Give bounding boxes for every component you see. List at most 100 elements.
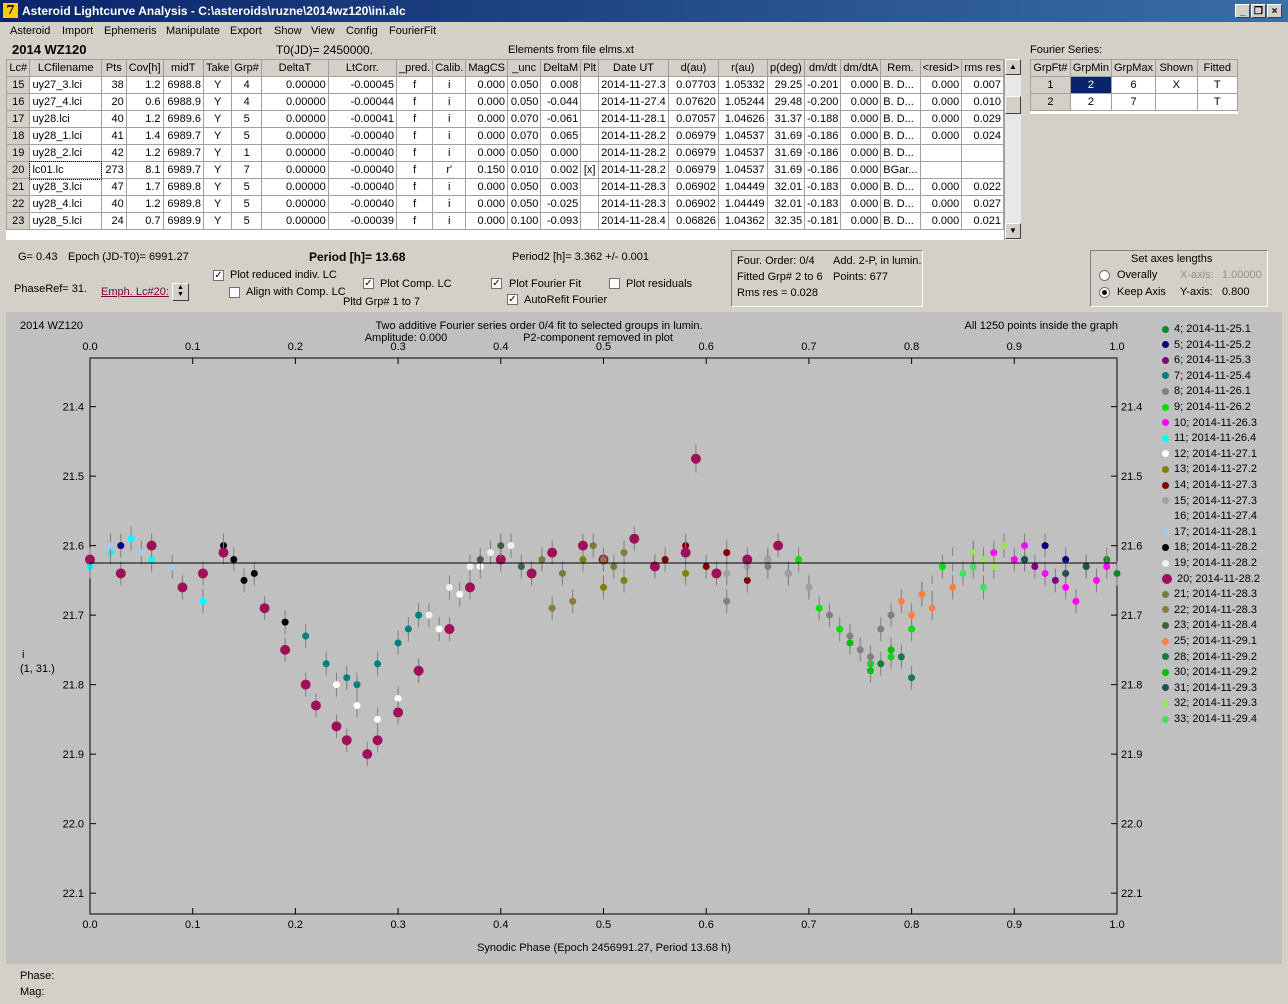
table-row[interactable]: 22 uy28_4.lci 40 1.2 6989.8 Y 5 0.00000 -0.00040… [6, 195, 1004, 213]
table-cell[interactable]: 0.00000 [261, 178, 329, 196]
xaxis-value[interactable]: 1.00000 [1222, 269, 1262, 281]
table-cell[interactable]: 2 [1069, 93, 1112, 111]
table-cell[interactable]: 1.04537 [717, 127, 768, 145]
column-header[interactable]: dm/dtA [840, 59, 882, 77]
column-header[interactable]: DeltaT [261, 59, 329, 77]
table-cell[interactable]: 6988.9 [162, 93, 205, 111]
table-cell[interactable]: 2014-11-28.4 [598, 212, 669, 230]
table-cell[interactable]: 31.69 [766, 127, 806, 145]
table-cell[interactable]: B. D... [880, 93, 921, 111]
table-cell[interactable]: 0.000 [840, 212, 882, 230]
table-cell[interactable]: 0.00000 [261, 195, 329, 213]
table-cell[interactable]: 0.06979 [667, 161, 719, 179]
table-cell[interactable]: Y [203, 127, 233, 145]
table-cell[interactable]: f [395, 110, 434, 128]
table-cell[interactable]: 0.100 [507, 212, 542, 230]
table-cell[interactable]: uy28_4.lci [29, 195, 102, 213]
column-header[interactable]: r(au) [717, 59, 768, 77]
table-cell[interactable]: r' [432, 161, 467, 179]
column-header[interactable]: midT [162, 59, 205, 77]
table-cell[interactable]: 1.7 [125, 178, 164, 196]
table-cell[interactable]: Y [203, 212, 233, 230]
table-cell[interactable]: f [395, 93, 434, 111]
table-cell[interactable]: 1.05244 [717, 93, 768, 111]
table-cell[interactable]: 0.050 [507, 144, 542, 162]
table-cell[interactable]: -0.183 [804, 195, 842, 213]
table-cell[interactable]: 29.48 [766, 93, 806, 111]
column-header[interactable]: Calib. [432, 59, 467, 77]
table-cell[interactable]: 0.024 [961, 127, 1004, 145]
table-cell[interactable]: 0.000 [840, 178, 882, 196]
autorefit-checkbox[interactable]: ✓ [507, 294, 518, 305]
table-cell[interactable]: 0.00000 [261, 144, 329, 162]
table-cell[interactable]: BGar... [880, 161, 921, 179]
column-header[interactable]: DeltaM [540, 59, 582, 77]
table-cell[interactable]: 20 [100, 93, 127, 111]
table-cell[interactable]: 29.25 [766, 76, 806, 94]
table-cell[interactable]: -0.200 [804, 93, 842, 111]
table-cell[interactable]: 7 [1110, 93, 1157, 111]
table-cell[interactable]: B. D... [880, 76, 921, 94]
table-row[interactable]: 15 uy27_3.lci 38 1.2 6988.8 Y 4 0.00000 -0.00045… [6, 76, 1004, 94]
table-cell[interactable]: 0.000 [919, 110, 963, 128]
plot-residuals-checkbox[interactable] [609, 278, 620, 289]
table-cell[interactable]: i [432, 212, 467, 230]
table-cell[interactable]: 1.2 [125, 110, 164, 128]
menu-view[interactable]: View [311, 25, 335, 37]
table-cell[interactable]: 5 [231, 110, 263, 128]
table-cell[interactable]: 0.000 [465, 195, 509, 213]
table-cell[interactable]: 4 [231, 76, 263, 94]
table-cell[interactable]: i [432, 127, 467, 145]
table-cell[interactable]: 0.07620 [667, 93, 719, 111]
table-row[interactable]: 16 uy27_4.lci 20 0.6 6988.9 Y 4 0.00000 -0.00044… [6, 93, 1004, 111]
table-cell[interactable]: 32.35 [766, 212, 806, 230]
row-header[interactable]: 21 [6, 178, 31, 196]
column-header[interactable]: GrpMax [1110, 59, 1157, 77]
table-cell[interactable]: 5 [231, 195, 263, 213]
table-cell[interactable]: 0.010 [507, 161, 542, 179]
table-cell[interactable]: -0.188 [804, 110, 842, 128]
table-cell[interactable]: f [395, 144, 434, 162]
table-cell[interactable] [580, 93, 600, 111]
emph-spinner[interactable]: ▲ ▼ [172, 283, 189, 301]
table-cell[interactable]: 6989.7 [162, 161, 205, 179]
table-cell[interactable]: 1.4 [125, 127, 164, 145]
table-cell[interactable]: 38 [100, 76, 127, 94]
table-cell[interactable]: B. D... [880, 212, 921, 230]
table-cell[interactable]: Y [203, 178, 233, 196]
table-cell[interactable] [961, 161, 1004, 179]
table-cell[interactable]: Y [203, 144, 233, 162]
table-cell[interactable]: 273 [100, 161, 127, 179]
align-comp-checkbox[interactable] [229, 287, 240, 298]
column-header[interactable]: Grp# [231, 59, 263, 77]
table-cell[interactable] [580, 212, 600, 230]
table-cell[interactable]: 0.070 [507, 110, 542, 128]
table-cell[interactable]: 6989.7 [162, 144, 205, 162]
table-cell[interactable]: 7 [231, 161, 263, 179]
table-cell[interactable]: 5 [231, 212, 263, 230]
keep-axis-radio[interactable] [1099, 287, 1110, 298]
table-cell[interactable]: -0.061 [540, 110, 582, 128]
table-cell[interactable]: 2014-11-28.2 [598, 161, 669, 179]
table-cell[interactable]: 2 [1069, 76, 1112, 94]
emph-lc-link[interactable]: Emph. Lc#20: [101, 286, 169, 298]
table-cell[interactable]: 0.000 [840, 110, 882, 128]
table-cell[interactable]: 0.00000 [261, 110, 329, 128]
table-cell[interactable]: 1.2 [125, 195, 164, 213]
table-cell[interactable]: 0.000 [840, 195, 882, 213]
row-header[interactable]: 22 [6, 195, 31, 213]
table-cell[interactable]: 6989.6 [162, 110, 205, 128]
table-cell[interactable]: 0.6 [125, 93, 164, 111]
table-cell[interactable]: 0.7 [125, 212, 164, 230]
table-cell[interactable]: 31.37 [766, 110, 806, 128]
row-header[interactable]: 20 [6, 161, 31, 179]
table-cell[interactable]: f [395, 195, 434, 213]
plot-comp-checkbox[interactable]: ✓ [363, 278, 374, 289]
table-cell[interactable]: 1.04449 [717, 178, 768, 196]
table-cell[interactable]: [x] [580, 161, 600, 179]
table-cell[interactable]: i [432, 93, 467, 111]
table-cell[interactable]: -0.00040 [327, 161, 398, 179]
table-cell[interactable]: -0.181 [804, 212, 842, 230]
table-cell[interactable]: 0.000 [840, 76, 882, 94]
table-cell[interactable]: 0.07703 [667, 76, 719, 94]
